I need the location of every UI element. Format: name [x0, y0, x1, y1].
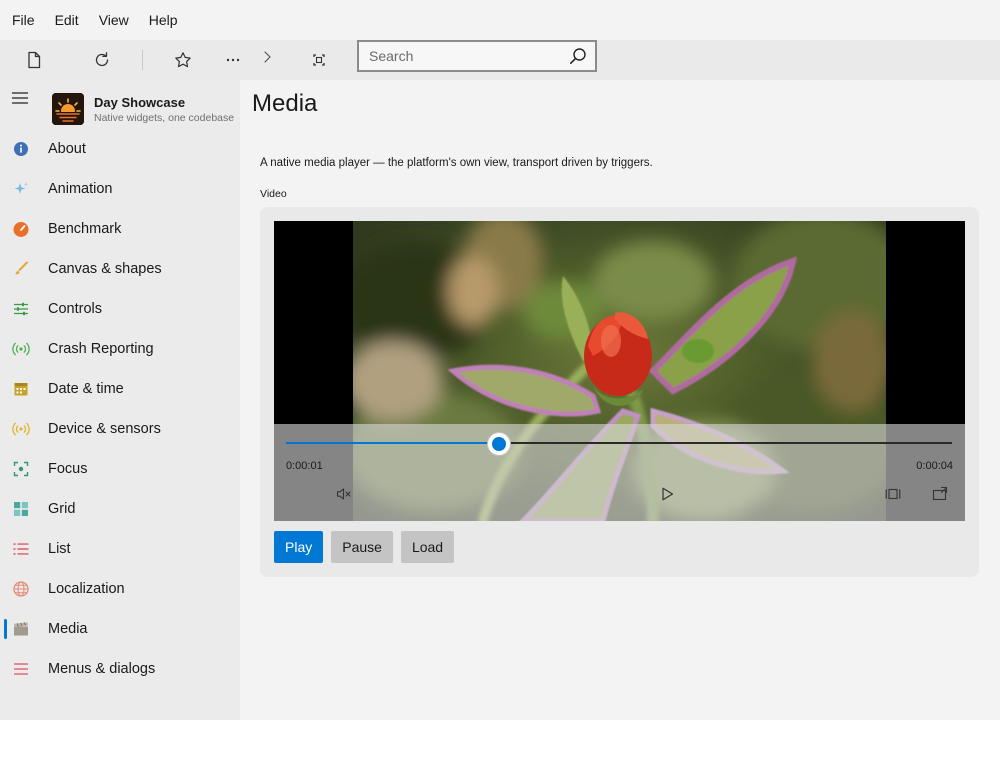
sidebar-item-date-time[interactable]: Date & time: [0, 369, 240, 409]
sidebar-item-label: Crash Reporting: [48, 341, 154, 357]
sidebar-item-label: Date & time: [48, 381, 124, 397]
sidebar-item-label: Localization: [48, 581, 125, 597]
aspect-ratio-icon: [885, 488, 901, 500]
new-document-icon[interactable]: [22, 48, 46, 72]
sidebar-item-label: Controls: [48, 301, 102, 317]
brush-icon: [12, 260, 30, 278]
refresh-icon[interactable]: [90, 48, 114, 72]
volume-muted-icon: [336, 488, 351, 500]
sidebar-item-device-sensors[interactable]: Device & sensors: [0, 409, 240, 449]
sidebar-item-about[interactable]: About: [0, 129, 240, 169]
sidebar-item-animation[interactable]: Animation: [0, 169, 240, 209]
app-logo: [52, 93, 84, 125]
toolbar: [0, 40, 1000, 80]
speedometer-icon: [12, 220, 30, 238]
sidebar-item-media[interactable]: Media: [0, 609, 240, 649]
transport-controls: 0:00:01 0:00:04: [274, 424, 965, 521]
cast-icon: [932, 486, 948, 501]
sidebar-item-label: Menus & dialogs: [48, 661, 156, 677]
selection-indicator: [4, 619, 7, 639]
main-content: Media A native media player — the platfo…: [240, 80, 1000, 720]
sidebar-item-label: Focus: [48, 461, 88, 477]
info-icon: [12, 140, 30, 158]
video-player[interactable]: 0:00:01 0:00:04: [274, 221, 965, 521]
grid-icon: [12, 500, 30, 518]
search-button[interactable]: [561, 42, 595, 70]
sidebar-item-grid[interactable]: Grid: [0, 489, 240, 529]
focus-icon: [12, 460, 30, 478]
sparkle-icon: [12, 180, 30, 198]
page-title: Media: [252, 90, 318, 117]
sensor-icon: [12, 420, 30, 438]
search-box: [357, 40, 597, 72]
play-button-transport[interactable]: [656, 483, 678, 505]
sidebar-item-label: Grid: [48, 501, 76, 517]
sidebar-item-label: Benchmark: [48, 221, 122, 237]
list-icon: [12, 540, 30, 558]
fit-screen-icon[interactable]: [307, 48, 331, 72]
page-description: A native media player — the platform's o…: [260, 157, 653, 169]
seek-bar-progress: [286, 442, 500, 444]
toolbar-separator: [142, 50, 143, 70]
star-icon[interactable]: [171, 48, 195, 72]
pause-button[interactable]: Pause: [331, 531, 393, 563]
seek-bar[interactable]: [286, 442, 952, 444]
globe-icon: [12, 580, 30, 598]
sidebar-item-list[interactable]: List: [0, 529, 240, 569]
sidebar-item-label: About: [48, 141, 86, 157]
sidebar-item-crash-reporting[interactable]: Crash Reporting: [0, 329, 240, 369]
load-button[interactable]: Load: [400, 531, 455, 563]
mute-button[interactable]: [333, 483, 355, 505]
sidebar-item-label: Animation: [48, 181, 113, 197]
sidebar-item-focus[interactable]: Focus: [0, 449, 240, 489]
sidebar-item-label: Device & sensors: [48, 421, 161, 437]
sidebar-item-localization[interactable]: Localization: [0, 569, 240, 609]
seek-thumb[interactable]: [487, 432, 512, 456]
broadcast-icon: [12, 340, 30, 358]
search-input[interactable]: [359, 42, 561, 70]
sidebar-item-benchmark[interactable]: Benchmark: [0, 209, 240, 249]
sidebar-nav: About Animation Benchmark Canvas & shape…: [0, 129, 240, 689]
search-icon: [570, 48, 586, 64]
cast-button[interactable]: [929, 483, 951, 505]
play-button[interactable]: Play: [274, 531, 324, 563]
total-time: 0:00:04: [916, 460, 953, 472]
play-icon: [662, 487, 674, 501]
menu-file[interactable]: File: [2, 0, 45, 40]
menu-edit[interactable]: Edit: [45, 0, 89, 40]
sidebar-item-label: Canvas & shapes: [48, 261, 162, 277]
app-subtitle: Native widgets, one codebase: [94, 112, 235, 124]
sidebar-item-controls[interactable]: Controls: [0, 289, 240, 329]
transport-button-row: Play Pause Load: [274, 531, 455, 563]
sidebar-item-label: Media: [48, 621, 88, 637]
sliders-icon: [12, 300, 30, 318]
hamburger-menu-icon[interactable]: [10, 88, 30, 108]
sidebar-item-label: List: [48, 541, 71, 557]
aspect-ratio-button[interactable]: [882, 483, 904, 505]
app-title: Day Showcase: [94, 95, 186, 110]
current-time: 0:00:01: [286, 460, 323, 472]
more-icon[interactable]: [221, 48, 245, 72]
media-card: 0:00:01 0:00:04 Play Pause Load: [260, 207, 979, 577]
menu-view[interactable]: View: [89, 0, 139, 40]
chevron-right-icon[interactable]: [255, 45, 279, 69]
calendar-icon: [12, 380, 30, 398]
menu-bar: File Edit View Help: [0, 0, 1000, 40]
clapperboard-icon: [12, 620, 30, 638]
menu-lines-icon: [12, 660, 30, 678]
sidebar-item-canvas-shapes[interactable]: Canvas & shapes: [0, 249, 240, 289]
sidebar: Day Showcase Native widgets, one codebas…: [0, 80, 240, 720]
section-label-video: Video: [260, 188, 287, 200]
menu-help[interactable]: Help: [139, 0, 188, 40]
sidebar-item-menus-dialogs[interactable]: Menus & dialogs: [0, 649, 240, 689]
